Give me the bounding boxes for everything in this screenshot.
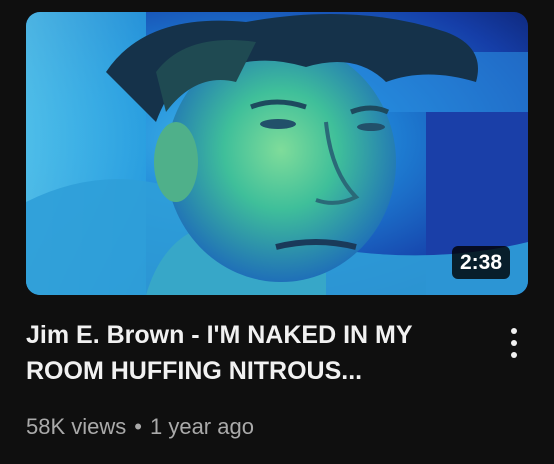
video-metadata: 58K views • 1 year ago bbox=[26, 412, 254, 442]
video-thumbnail[interactable]: 2:38 bbox=[26, 12, 528, 295]
video-title[interactable]: Jim E. Brown - I'M NAKED IN MY ROOM HUFF… bbox=[26, 317, 456, 389]
video-card[interactable]: 2:38 Jim E. Brown - I'M NAKED IN MY ROOM… bbox=[0, 0, 554, 464]
view-count: 58K views bbox=[26, 414, 127, 439]
menu-dot bbox=[511, 328, 517, 334]
menu-dot bbox=[511, 352, 517, 358]
more-vert-icon[interactable] bbox=[500, 323, 528, 363]
menu-dot bbox=[511, 340, 517, 346]
meta-separator: • bbox=[134, 414, 142, 439]
upload-age: 1 year ago bbox=[149, 414, 254, 439]
duration-badge: 2:38 bbox=[451, 246, 510, 279]
